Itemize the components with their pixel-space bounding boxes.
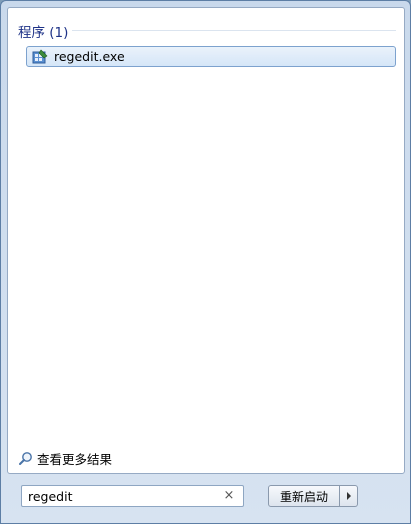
clear-search-button[interactable]: ×	[221, 488, 237, 504]
regedit-icon	[32, 49, 48, 65]
result-item-label: regedit.exe	[54, 49, 125, 64]
see-more-results-link[interactable]: 查看更多结果	[18, 449, 112, 468]
search-input[interactable]	[22, 486, 221, 506]
magnifier-icon	[19, 452, 32, 465]
start-menu: 程序 (1) regedit.exe 查看更多结果 regedit × 重新启动	[0, 0, 411, 524]
see-more-results-label: 查看更多结果	[37, 452, 113, 467]
result-item-regedit[interactable]: regedit.exe	[26, 46, 396, 67]
search-results-panel: 程序 (1) regedit.exe 查看更多结果	[7, 7, 405, 474]
shutdown-options-button[interactable]	[340, 485, 358, 507]
search-box: ×	[21, 485, 244, 507]
section-header-programs: 程序 (1)	[18, 25, 69, 41]
shutdown-group: 重新启动	[268, 485, 358, 507]
section-divider	[72, 30, 396, 31]
restart-button[interactable]: 重新启动	[268, 485, 340, 507]
chevron-right-icon	[346, 492, 351, 500]
